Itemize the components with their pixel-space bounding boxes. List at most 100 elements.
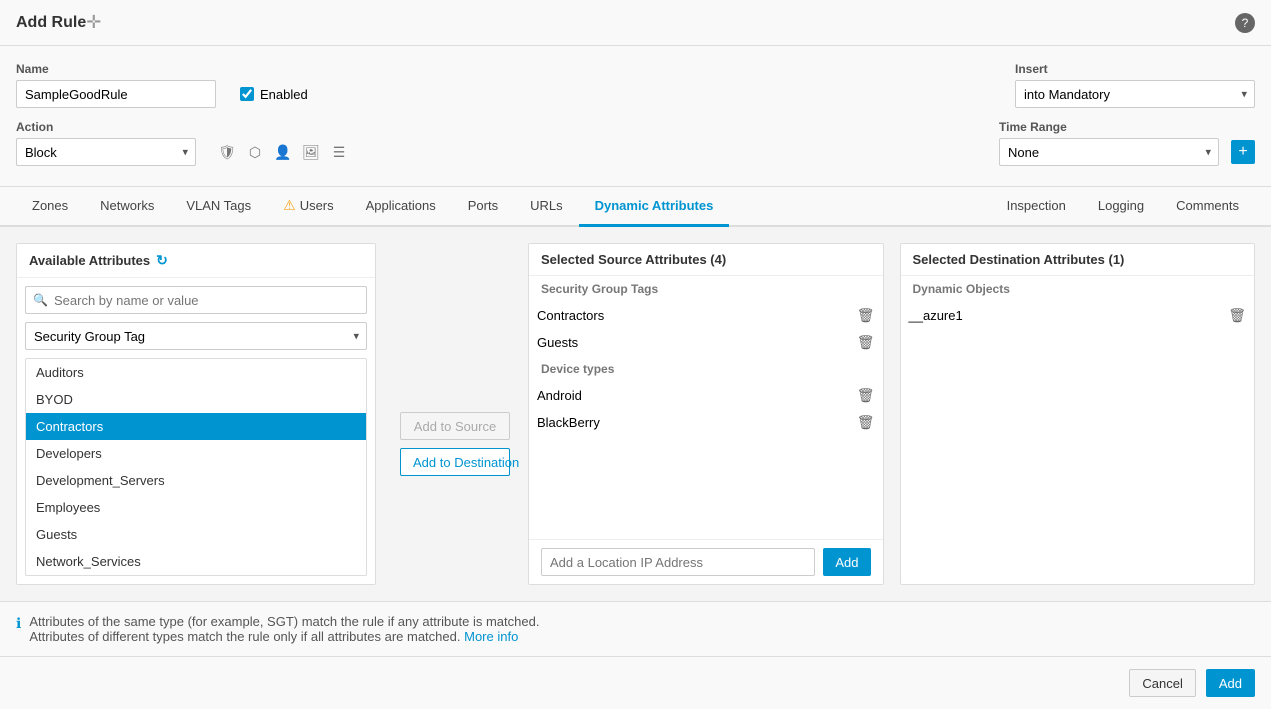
list-item[interactable]: BYOD xyxy=(26,386,366,413)
tab-comments-label: Comments xyxy=(1176,198,1239,213)
more-info-link[interactable]: More info xyxy=(464,629,518,644)
insert-select[interactable]: into Mandatory into Default Above Rule B… xyxy=(1015,80,1255,108)
table-row: Android 🗑 xyxy=(529,382,883,409)
delete-contractors-button[interactable]: 🗑 xyxy=(857,307,875,324)
shield-icon: 🛡 xyxy=(216,141,238,163)
tab-urls[interactable]: URLs xyxy=(514,187,579,227)
attribute-list: Auditors BYOD Contractors Developers Dev… xyxy=(25,358,367,576)
tab-zones-label: Zones xyxy=(32,198,68,213)
user-icon: 👤 xyxy=(272,141,294,163)
security-group-tags-label: Security Group Tags xyxy=(529,276,883,298)
info-text1: Attributes of the same type (for example… xyxy=(29,614,539,629)
info-bar: ℹ Attributes of the same type (for examp… xyxy=(0,601,1271,656)
list-icon: ☰ xyxy=(328,141,350,163)
add-to-source-button[interactable]: Add to Source xyxy=(400,412,510,440)
info-text2: Attributes of different types match the … xyxy=(29,629,460,644)
enabled-label: Enabled xyxy=(260,87,308,102)
available-attributes-header: Available Attributes ↻ xyxy=(17,244,375,278)
tabs-bar: Zones Networks VLAN Tags ⚠ Users Applica… xyxy=(0,187,1271,227)
list-item[interactable]: Employees xyxy=(26,494,366,521)
info-icon: ℹ xyxy=(16,615,21,632)
tab-applications[interactable]: Applications xyxy=(350,187,452,227)
selected-source-title: Selected Source Attributes (4) xyxy=(541,252,726,267)
tab-dynamic-attributes[interactable]: Dynamic Attributes xyxy=(579,187,730,227)
copy-icon: ⬡ xyxy=(244,141,266,163)
action-icons: 🛡 ⬡ 👤 🖼 ☰ xyxy=(216,141,350,163)
enabled-checkbox[interactable] xyxy=(240,87,254,101)
filter-select-wrap: Security Group Tag Dynamic Objects Devic… xyxy=(25,322,367,350)
refresh-icon[interactable]: ↻ xyxy=(156,252,168,269)
tab-comments[interactable]: Comments xyxy=(1160,187,1255,227)
tab-users-label: Users xyxy=(300,198,334,213)
source-items-area: Security Group Tags Contractors 🗑 Guests… xyxy=(529,276,883,539)
source-item-label: Guests xyxy=(537,335,578,350)
delete-guests-button[interactable]: 🗑 xyxy=(857,334,875,351)
table-row: Guests 🗑 xyxy=(529,329,883,356)
dialog-title: Add Rule xyxy=(16,14,86,32)
image-icon: 🖼 xyxy=(300,141,322,163)
dynamic-objects-label: Dynamic Objects xyxy=(901,276,1255,298)
tab-ports[interactable]: Ports xyxy=(452,187,514,227)
add-to-destination-button[interactable]: Add to Destination xyxy=(400,448,510,476)
tab-dynamic-attributes-label: Dynamic Attributes xyxy=(595,198,714,213)
tab-networks[interactable]: Networks xyxy=(84,187,170,227)
dialog-header: Add Rule ✛ ? xyxy=(0,0,1271,46)
tab-vlan-tags[interactable]: VLAN Tags xyxy=(170,187,267,227)
table-row: __azure1 🗑 xyxy=(901,302,1255,329)
table-row: BlackBerry 🗑 xyxy=(529,409,883,436)
table-row: Contractors 🗑 xyxy=(529,302,883,329)
list-item[interactable]: Contractors xyxy=(26,413,366,440)
list-item[interactable]: Development_Servers xyxy=(26,467,366,494)
time-range-label: Time Range xyxy=(999,120,1255,134)
move-icon[interactable]: ✛ xyxy=(86,12,101,33)
add-button[interactable]: Add xyxy=(1206,669,1255,697)
action-select[interactable]: Block Allow Trust Monitor xyxy=(16,138,196,166)
info-text: Attributes of the same type (for example… xyxy=(29,614,539,644)
help-icon[interactable]: ? xyxy=(1235,13,1255,33)
list-item[interactable]: Auditors xyxy=(26,359,366,386)
ip-row: Add xyxy=(529,539,883,584)
add-time-button[interactable]: + xyxy=(1231,140,1255,164)
dialog-footer: Cancel Add xyxy=(0,656,1271,709)
tab-vlan-tags-label: VLAN Tags xyxy=(186,198,251,213)
tab-logging[interactable]: Logging xyxy=(1082,187,1160,227)
delete-blackberry-button[interactable]: 🗑 xyxy=(857,414,875,431)
cancel-button[interactable]: Cancel xyxy=(1129,669,1195,697)
source-item-label: Contractors xyxy=(537,308,604,323)
insert-label: Insert xyxy=(1015,62,1255,76)
middle-panels: Selected Source Attributes (4) Security … xyxy=(528,243,1255,585)
source-item-label: BlackBerry xyxy=(537,415,600,430)
search-input[interactable] xyxy=(25,286,367,314)
delete-azure1-button[interactable]: 🗑 xyxy=(1228,307,1246,324)
available-attributes-title: Available Attributes xyxy=(29,253,150,268)
name-group: Name xyxy=(16,62,216,108)
search-box: 🔍 xyxy=(25,286,367,314)
tab-users[interactable]: ⚠ Users xyxy=(267,187,350,227)
tab-urls-label: URLs xyxy=(530,198,563,213)
tab-zones[interactable]: Zones xyxy=(16,187,84,227)
name-input[interactable] xyxy=(16,80,216,108)
selected-destination-title: Selected Destination Attributes (1) xyxy=(913,252,1125,267)
filter-select[interactable]: Security Group Tag Dynamic Objects Devic… xyxy=(25,322,367,350)
time-range-select[interactable]: None xyxy=(999,138,1219,166)
list-item[interactable]: Guests xyxy=(26,521,366,548)
tab-inspection-label: Inspection xyxy=(1007,198,1066,213)
source-item-label: Android xyxy=(537,388,582,403)
tab-applications-label: Applications xyxy=(366,198,436,213)
action-label: Action xyxy=(16,120,350,134)
add-ip-button[interactable]: Add xyxy=(823,548,870,576)
tab-inspection[interactable]: Inspection xyxy=(991,187,1082,227)
add-rule-dialog: Add Rule ✛ ? Name Enabled Insert into Ma… xyxy=(0,0,1271,709)
enabled-group: Enabled xyxy=(240,80,308,108)
selected-destination-panel: Selected Destination Attributes (1) Dyna… xyxy=(900,243,1256,585)
available-attributes-panel: Available Attributes ↻ 🔍 Security Group … xyxy=(16,243,376,585)
ip-address-input[interactable] xyxy=(541,548,815,576)
tab-networks-label: Networks xyxy=(100,198,154,213)
device-types-label: Device types xyxy=(529,356,883,378)
list-item[interactable]: Developers xyxy=(26,440,366,467)
list-item[interactable]: Network_Services xyxy=(26,548,366,575)
dest-item-label: __azure1 xyxy=(909,308,963,323)
warning-icon: ⚠ xyxy=(283,197,296,214)
delete-android-button[interactable]: 🗑 xyxy=(857,387,875,404)
selected-source-panel: Selected Source Attributes (4) Security … xyxy=(528,243,884,585)
